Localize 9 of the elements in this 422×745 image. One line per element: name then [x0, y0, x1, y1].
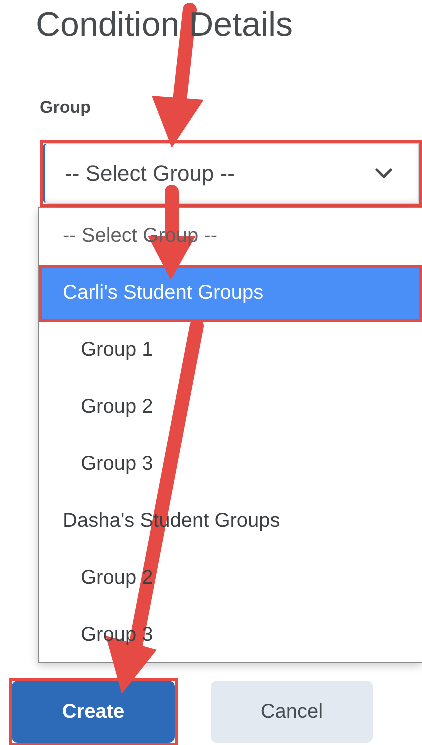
create-button[interactable]: Create — [12, 681, 175, 743]
dropdown-option[interactable]: Group 3 — [39, 436, 422, 493]
field-label: Group — [40, 98, 91, 117]
dropdown-option[interactable]: Group 2 — [39, 550, 422, 607]
cancel-button[interactable]: Cancel — [211, 681, 373, 743]
dropdown-option[interactable]: Group 2 — [39, 379, 422, 436]
group-dropdown[interactable]: -- Select Group -- — [43, 143, 419, 204]
dropdown-option[interactable]: Group 1 — [39, 322, 422, 379]
chevron-down-icon — [374, 168, 394, 180]
